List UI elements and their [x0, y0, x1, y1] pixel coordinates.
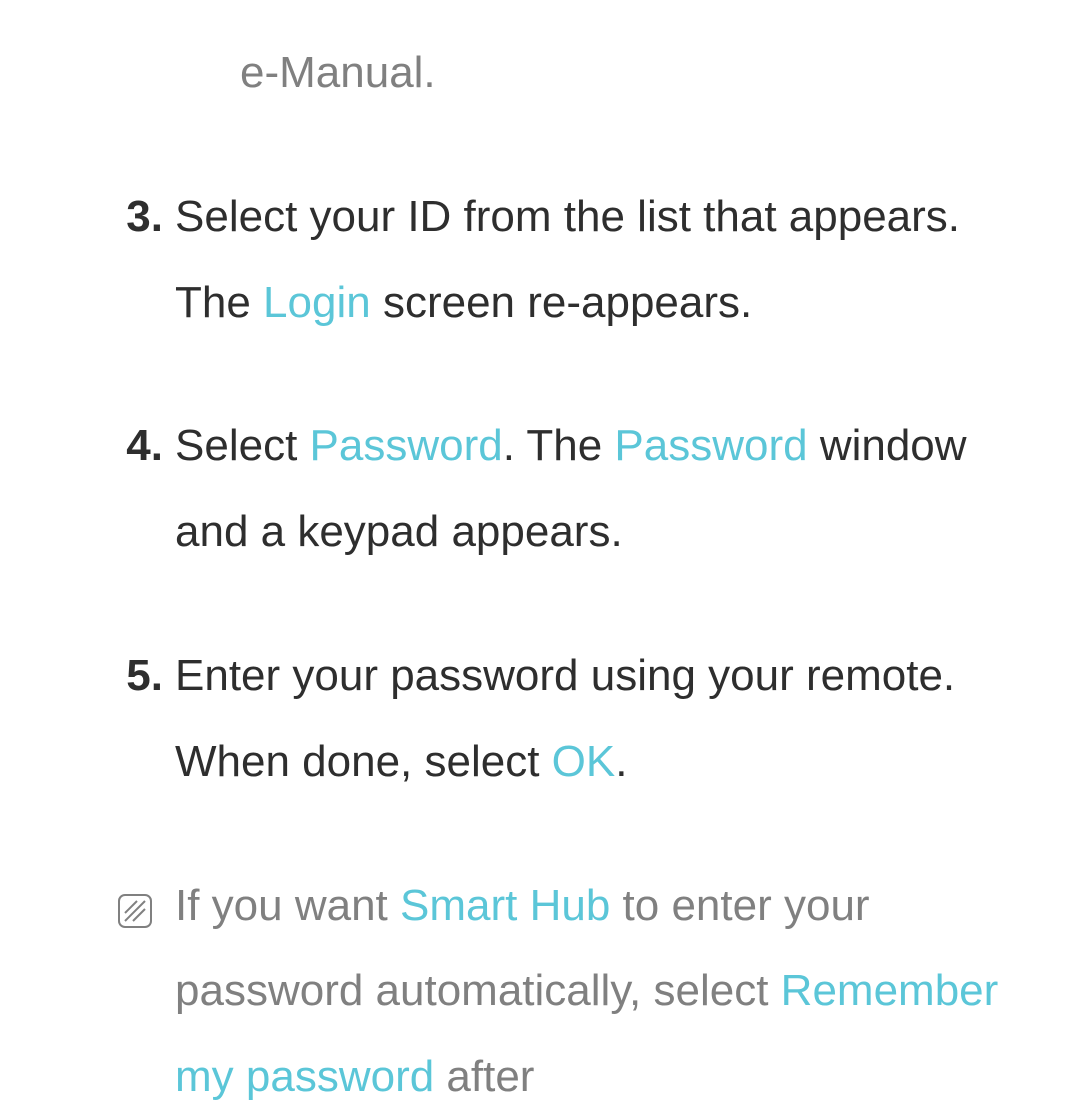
smart-hub-term: Smart Hub [400, 881, 610, 930]
step-5-body: Enter your password using your remote. W… [175, 633, 1020, 805]
note-icon [95, 863, 175, 1120]
step-5-text-2: . [615, 737, 627, 786]
step-4-text-1: Select [175, 421, 310, 470]
emanual-text: e-Manual. [240, 48, 436, 97]
step-4-text-2: . The [503, 421, 615, 470]
step-3-body: Select your ID from the list that appear… [175, 174, 1020, 346]
note-text-1: If you want [175, 881, 400, 930]
note-body: If you want Smart Hub to enter your pass… [175, 863, 1020, 1120]
step-3-text-2: screen re-appears. [371, 278, 753, 327]
note-text-3: after [434, 1052, 534, 1101]
step-5-number: 5. [95, 633, 175, 805]
step-3: 3. Select your ID from the list that app… [95, 174, 1020, 346]
step-4-number: 4. [95, 403, 175, 575]
step-3-number: 3. [95, 174, 175, 346]
login-term: Login [263, 278, 371, 327]
step-5: 5. Enter your password using your remote… [95, 633, 1020, 805]
ok-term: OK [552, 737, 616, 786]
step-4: 4. Select Password. The Password window … [95, 403, 1020, 575]
password-term-1: Password [310, 421, 503, 470]
password-term-2: Password [614, 421, 807, 470]
note-section: If you want Smart Hub to enter your pass… [95, 863, 1020, 1120]
continuation-text: e-Manual. [240, 30, 1020, 116]
step-4-body: Select Password. The Password window and… [175, 403, 1020, 575]
